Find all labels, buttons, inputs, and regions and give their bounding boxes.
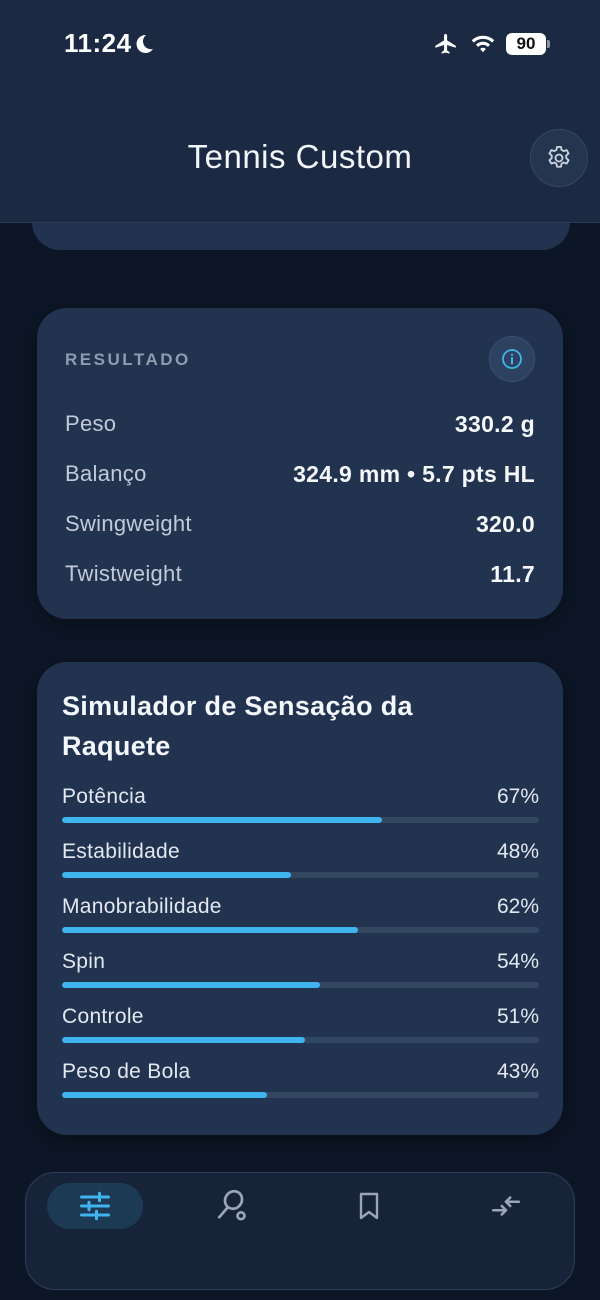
metric-bar-fill [62,1092,268,1098]
metric-label: Spin [62,950,106,973]
simulator-title: Simulador de Sensação da Raquete [62,691,413,761]
airplane-icon [435,33,456,54]
header: 11:24 90 Tennis Custom [0,0,600,223]
nav-tab-compare[interactable] [458,1183,554,1229]
result-value: 11.7 [490,560,535,587]
metric-bar-fill [62,817,382,823]
gear-icon [548,145,570,168]
metric-ball-weight: Peso de Bola 43% [62,1060,539,1100]
result-row-balance: Balanço 324.9 mm • 5.7 pts HL [65,459,535,489]
metric-label: Estabilidade [62,840,181,863]
moon-icon [136,34,153,53]
racket-icon [217,1189,246,1221]
metric-maneuverability: Manobrabilidade 62% [62,895,539,935]
metric-label: Manobrabilidade [62,895,222,918]
metric-bar-track [62,1092,539,1098]
info-icon [502,349,522,369]
metric-bar-fill [62,872,291,878]
result-label: Twistweight [65,561,183,586]
bottom-nav [25,1172,575,1290]
nav-tab-racket[interactable] [184,1183,280,1229]
result-card: RESULTADO Peso 330.2 g Balanço 324.9 mm … [37,308,563,619]
metric-bar-fill [62,1037,306,1043]
metric-value: 48% [496,840,539,863]
metric-value: 43% [496,1060,539,1083]
metric-spin: Spin 54% [62,950,539,990]
nav-tab-customize[interactable] [47,1183,143,1229]
metric-stability: Estabilidade 48% [62,840,539,880]
metric-value: 62% [496,895,539,918]
metric-value: 67% [496,785,539,808]
result-row-weight: Peso 330.2 g [65,409,535,439]
compare-arrows-icon [491,1196,521,1216]
result-value: 330.2 g [454,410,535,437]
metric-control: Controle 51% [62,1005,539,1045]
page-title: Tennis Custom [187,138,413,175]
status-bar: 11:24 90 [0,0,600,90]
info-button[interactable] [489,336,535,382]
result-value: 320.0 [475,510,535,537]
metric-bar-track [62,872,539,878]
result-label: Balanço [65,461,147,486]
metric-power: Potência 67% [62,785,539,825]
result-row-swingweight: Swingweight 320.0 [65,509,535,539]
settings-button[interactable] [530,129,588,187]
metric-label: Potência [62,785,147,808]
nav-tab-saved[interactable] [321,1183,417,1229]
metric-bar-track [62,817,539,823]
metric-value: 54% [496,950,539,973]
metric-label: Peso de Bola [62,1060,191,1083]
result-label: Swingweight [65,511,192,536]
metric-bar-fill [62,927,358,933]
wifi-icon [471,35,495,53]
metric-bar-fill [62,982,320,988]
battery-cap [547,40,550,48]
result-row-twistweight: Twistweight 11.7 [65,559,535,589]
result-value: 324.9 mm • 5.7 pts HL [293,460,535,487]
metric-value: 51% [496,1005,539,1028]
simulator-card: Simulador de Sensação da Raquete Potênci… [37,662,563,1135]
battery-icon: 90 [506,33,546,55]
metric-bar-track [62,1037,539,1043]
metric-bar-track [62,927,539,933]
metric-bar-track [62,982,539,988]
result-label: Peso [65,411,117,436]
status-time: 11:24 [64,28,132,58]
metric-label: Controle [62,1005,144,1028]
result-title: RESULTADO [65,350,191,369]
bookmark-icon [359,1192,379,1220]
sliders-icon [80,1191,110,1221]
